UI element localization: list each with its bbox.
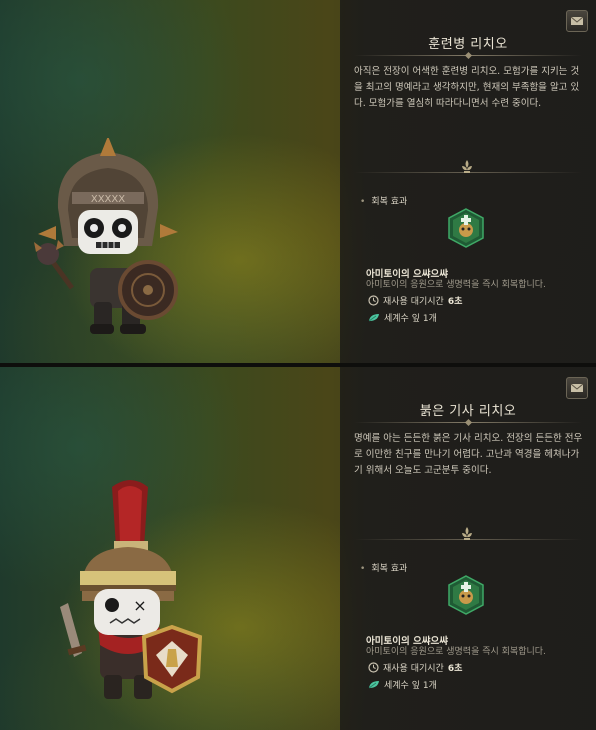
skill-description: 아미토이의 응원으로 생명력을 즉시 회복합니다.	[366, 647, 546, 657]
info-panel: 훈련병 리치오 아직은 전장이 어색한 훈련병 리치오. 모험가를 지키는 것을…	[340, 0, 596, 363]
leaf-icon	[368, 313, 379, 321]
title-divider	[354, 55, 582, 56]
amitoy-title: 붉은 기사 리치오	[419, 404, 517, 419]
amitoy-description: 명예를 아는 든든한 붉은 기사 리치오. 전장의 든든한 전우로 이만한 친구…	[354, 433, 583, 476]
cost-item-row: 세계수 잎 1개	[368, 311, 437, 324]
svg-text:×: ×	[133, 596, 146, 615]
leaf-icon	[368, 680, 379, 688]
skill-description: 아미토이의 응원으로 생명력을 즉시 회복합니다.	[366, 280, 546, 290]
section-label: 회복 효과	[371, 564, 408, 574]
mail-scroll-button[interactable]	[566, 377, 588, 399]
healing-cross-hex-icon[interactable]	[447, 575, 485, 615]
svg-text:XXXXX: XXXXX	[91, 194, 125, 205]
amitoy-description: 아직은 전장이 어색한 훈련병 리치오. 모험가를 지키는 것을 최고의 명예라…	[354, 66, 580, 109]
cost-item-label: 세계수 잎 1개	[384, 681, 437, 691]
amitoy-card-red-knight: × 붉은 기사 리치오 명예를 아는 든든한 붉은 기사 리치오. 전장의 든든…	[0, 367, 596, 730]
cooldown-value: 6초	[447, 664, 463, 674]
healing-cross-hex-icon[interactable]	[447, 208, 485, 248]
cooldown-value: 6초	[447, 297, 463, 307]
info-panel: 붉은 기사 리치오 명예를 아는 든든한 붉은 기사 리치오. 전장의 든든한 …	[340, 367, 596, 730]
clock-icon	[368, 295, 379, 306]
cooldown-label: 재사용 대기시간	[383, 297, 444, 307]
cooldown-row: 재사용 대기시간 6초	[368, 661, 462, 674]
recovery-effect-header: • 회복 효과	[360, 564, 408, 574]
fleur-de-lis-icon	[462, 527, 472, 540]
recovery-effect-header: • 회복 효과	[360, 197, 408, 207]
mail-scroll-icon	[570, 16, 584, 25]
cooldown-label: 재사용 대기시간	[383, 664, 444, 674]
cost-item-label: 세계수 잎 1개	[384, 314, 437, 324]
amitoy-card-trainee: XXXXX 훈련병 리치오 아직은 전장이 어색한 훈련병 리치오. 모험가를 …	[0, 0, 596, 363]
mail-scroll-button[interactable]	[566, 10, 588, 32]
section-label: 회복 효과	[371, 197, 408, 207]
mail-scroll-icon	[570, 383, 584, 392]
amitoy-title: 훈련병 리치오	[428, 37, 508, 52]
cooldown-row: 재사용 대기시간 6초	[368, 294, 462, 307]
fleur-de-lis-icon	[462, 160, 472, 173]
character-trainee-richio: XXXXX	[34, 138, 178, 334]
title-divider	[354, 422, 582, 423]
clock-icon	[368, 662, 379, 673]
character-red-knight-richio: ×	[60, 480, 203, 699]
cost-item-row: 세계수 잎 1개	[368, 678, 437, 691]
